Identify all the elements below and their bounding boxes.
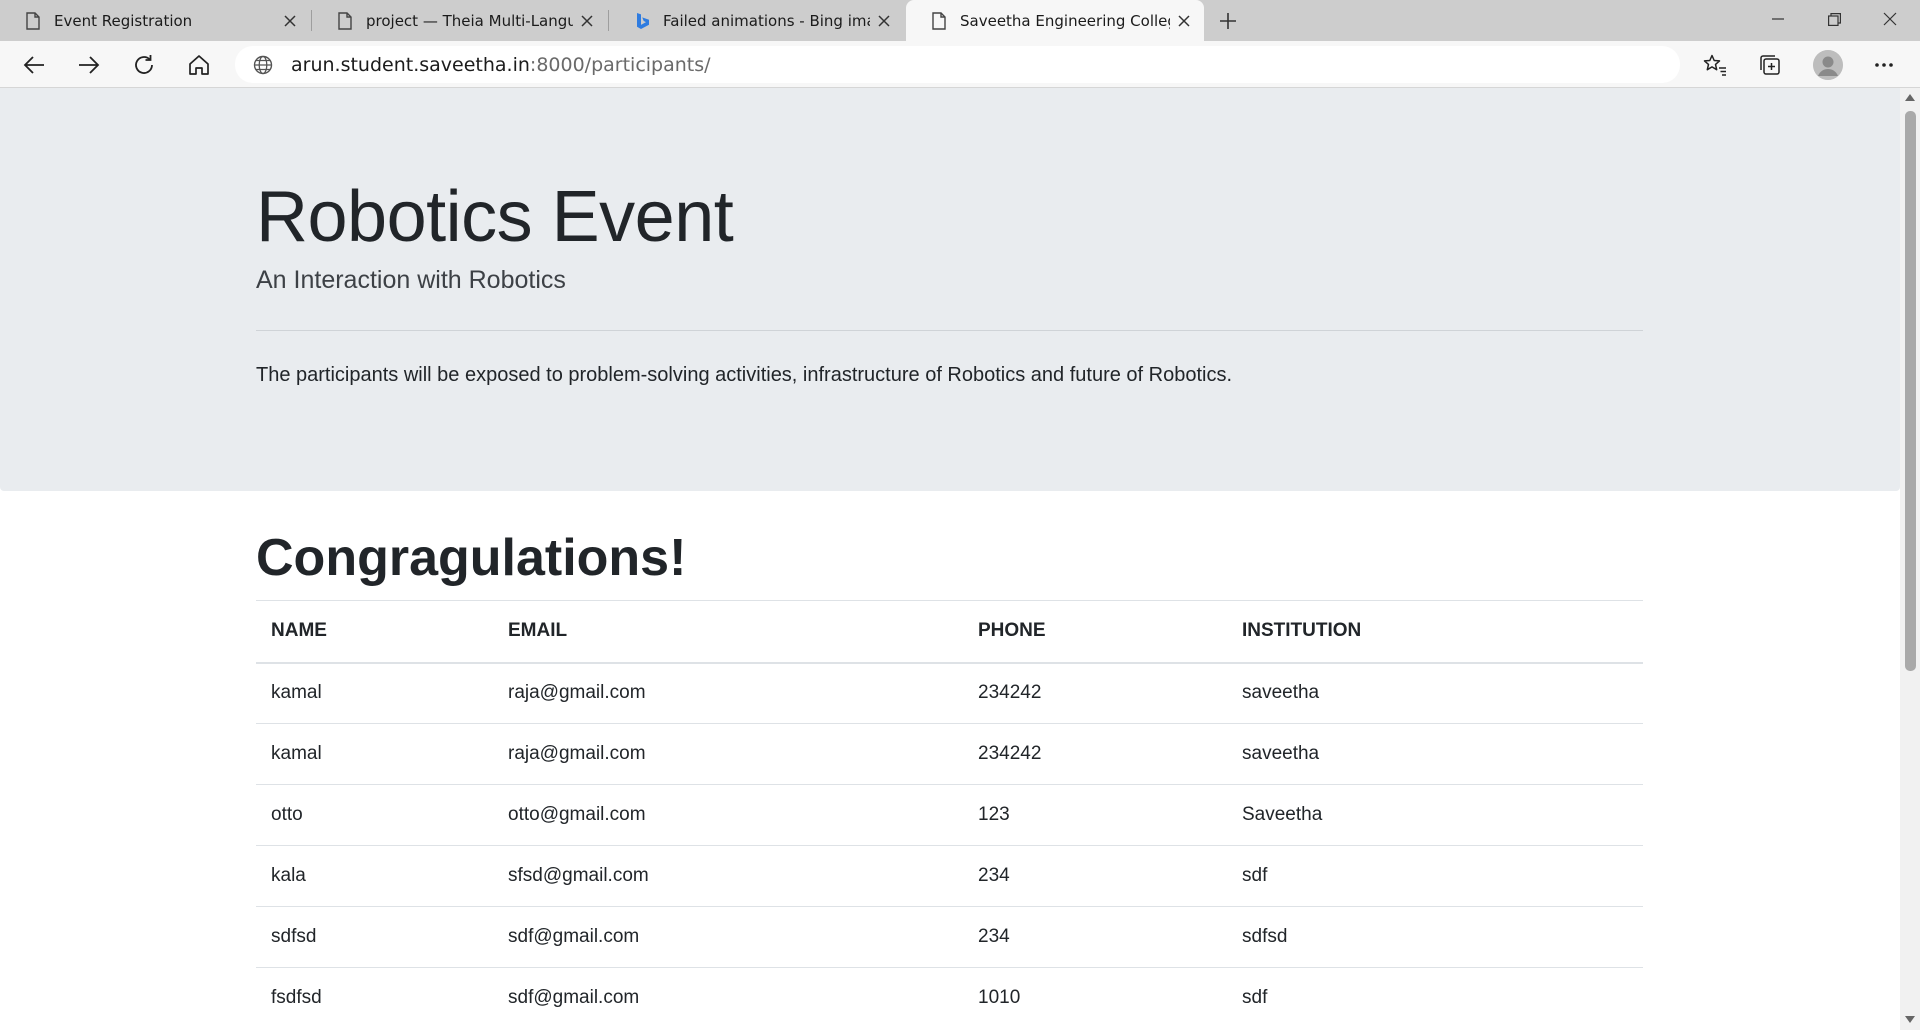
- table-row: kamal raja@gmail.com 234242 saveetha: [256, 662, 1643, 724]
- refresh-button[interactable]: [126, 47, 162, 83]
- table-header-row: NAME EMAIL PHONE INSTITUTION: [256, 600, 1643, 664]
- tab-title: Event Registration: [54, 11, 193, 30]
- participants-table: NAME EMAIL PHONE INSTITUTION kamal raja@…: [256, 600, 1643, 1029]
- new-tab-button[interactable]: [1212, 5, 1244, 37]
- home-icon: [189, 55, 209, 75]
- refresh-icon: [135, 55, 153, 74]
- profile-icon[interactable]: [1813, 50, 1843, 80]
- minimize-icon: [1772, 18, 1784, 20]
- divider: [256, 330, 1643, 331]
- cell-institution: sdfsd: [1227, 906, 1643, 968]
- tab-event-registration[interactable]: Event Registration: [0, 0, 310, 41]
- cell-phone: 234242: [963, 723, 1227, 785]
- table-row: fsdfsd sdf@gmail.com 1010 sdf: [256, 967, 1643, 1029]
- scroll-down-arrow-icon[interactable]: [1904, 1014, 1916, 1024]
- table-row: sdfsd sdf@gmail.com 234 sdfsd: [256, 906, 1643, 968]
- cell-name: otto: [256, 784, 493, 846]
- more-icon: [1875, 63, 1893, 67]
- cell-institution: saveetha: [1227, 662, 1643, 724]
- cell-institution: saveetha: [1227, 723, 1643, 785]
- vertical-scrollbar[interactable]: [1900, 88, 1920, 1030]
- cell-name: sdfsd: [256, 906, 493, 968]
- url-path: :8000/participants/: [529, 53, 711, 76]
- cell-phone: 1010: [963, 967, 1227, 1029]
- table-row: kamal raja@gmail.com 234242 saveetha: [256, 723, 1643, 785]
- back-button[interactable]: [16, 47, 52, 83]
- collections-button[interactable]: [1752, 47, 1788, 83]
- cell-institution: sdf: [1227, 967, 1643, 1029]
- page-icon: [22, 10, 44, 32]
- cell-email: sfsd@gmail.com: [493, 845, 963, 907]
- cell-email: otto@gmail.com: [493, 784, 963, 846]
- page-title: Robotics Event: [256, 177, 734, 257]
- cell-name: kamal: [256, 662, 493, 724]
- cell-email: raja@gmail.com: [493, 723, 963, 785]
- column-header-name: NAME: [256, 600, 493, 664]
- cell-email: raja@gmail.com: [493, 662, 963, 724]
- more-options-button[interactable]: [1866, 47, 1902, 83]
- table-row: otto otto@gmail.com 123 Saveetha: [256, 784, 1643, 846]
- congrats-heading: Congragulations!: [256, 529, 687, 587]
- column-header-institution: INSTITUTION: [1227, 600, 1643, 664]
- tab-title: project — Theia Multi-Language: [366, 11, 573, 30]
- cell-phone: 234: [963, 845, 1227, 907]
- page-subtitle: An Interaction with Robotics: [256, 266, 566, 294]
- close-icon[interactable]: [870, 7, 898, 35]
- browser-toolbar: arun.student.saveetha.in:8000/participan…: [0, 41, 1920, 88]
- close-icon[interactable]: [1170, 7, 1198, 35]
- restore-icon: [1827, 12, 1841, 26]
- cell-institution: Saveetha: [1227, 784, 1643, 846]
- favorites-button[interactable]: [1697, 47, 1733, 83]
- globe-icon[interactable]: [251, 53, 275, 77]
- cell-name: fsdfsd: [256, 967, 493, 1029]
- close-icon[interactable]: [573, 7, 601, 35]
- home-button[interactable]: [181, 47, 217, 83]
- cell-name: kamal: [256, 723, 493, 785]
- tab-saveetha-active[interactable]: Saveetha Engineering College: [906, 0, 1204, 41]
- url-host: arun.student.saveetha.in: [291, 53, 530, 76]
- address-bar[interactable]: arun.student.saveetha.in:8000/participan…: [235, 46, 1680, 83]
- cell-phone: 234242: [963, 662, 1227, 724]
- tab-title: Saveetha Engineering College: [960, 11, 1170, 30]
- tab-bing-images[interactable]: Failed animations - Bing images: [609, 0, 904, 41]
- forward-button[interactable]: [71, 47, 107, 83]
- page-viewport: Robotics Event An Interaction with Robot…: [0, 88, 1900, 1030]
- url-text[interactable]: arun.student.saveetha.in:8000/participan…: [291, 54, 711, 76]
- cell-phone: 123: [963, 784, 1227, 846]
- plus-icon: [1220, 13, 1236, 29]
- collections-icon: [1760, 55, 1780, 75]
- event-description: The participants will be exposed to prob…: [256, 364, 1233, 386]
- cell-email: sdf@gmail.com: [493, 967, 963, 1029]
- cell-name: kala: [256, 845, 493, 907]
- column-header-email: EMAIL: [493, 600, 963, 664]
- close-icon[interactable]: [276, 7, 304, 35]
- forward-arrow-icon: [79, 56, 100, 74]
- page-icon: [928, 10, 950, 32]
- minimize-button[interactable]: [1750, 0, 1806, 38]
- close-window-button[interactable]: [1862, 0, 1918, 38]
- tab-strip: Event Registration project — Theia Multi…: [0, 0, 1920, 41]
- jumbotron: Robotics Event An Interaction with Robot…: [0, 88, 1900, 491]
- tab-title: Failed animations - Bing images: [663, 11, 870, 30]
- close-icon: [1883, 12, 1897, 26]
- table-row: kala sfsd@gmail.com 234 sdf: [256, 845, 1643, 907]
- restore-button[interactable]: [1806, 0, 1862, 38]
- column-header-phone: PHONE: [963, 600, 1227, 664]
- back-arrow-icon: [23, 56, 44, 74]
- bing-icon: [631, 10, 653, 32]
- cell-email: sdf@gmail.com: [493, 906, 963, 968]
- scrollbar-thumb[interactable]: [1905, 111, 1916, 671]
- cell-phone: 234: [963, 906, 1227, 968]
- cell-institution: sdf: [1227, 845, 1643, 907]
- tab-project-theia[interactable]: project — Theia Multi-Language: [312, 0, 607, 41]
- scroll-up-arrow-icon[interactable]: [1904, 92, 1916, 102]
- page-icon: [334, 10, 356, 32]
- favorites-icon: [1703, 54, 1726, 76]
